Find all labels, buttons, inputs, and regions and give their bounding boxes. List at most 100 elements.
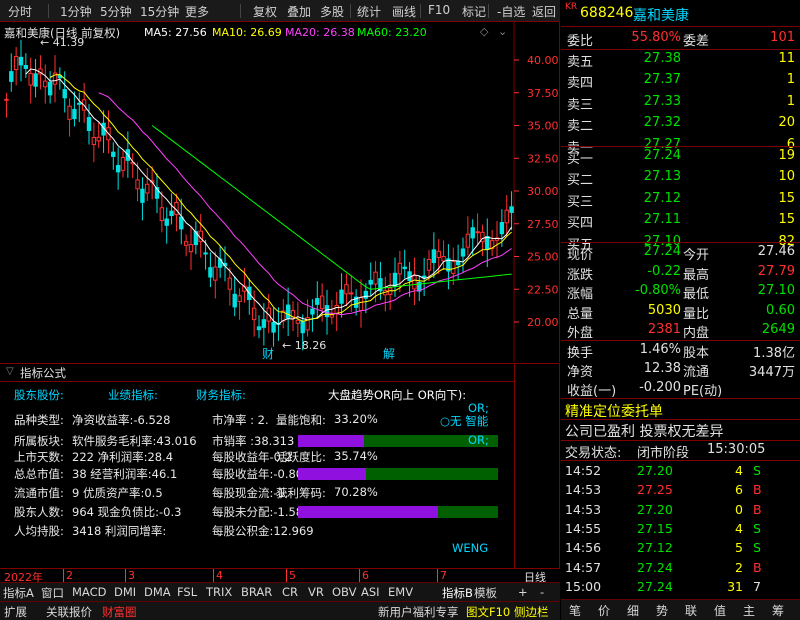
toolbar-item-12[interactable]: -自选 bbox=[497, 3, 525, 20]
tick-direction: B bbox=[753, 482, 762, 498]
candle-body bbox=[251, 307, 257, 321]
tick-volume: 31 bbox=[727, 578, 743, 594]
toolbar-divider bbox=[240, 4, 241, 18]
candle-body bbox=[33, 73, 38, 87]
indicator-tab-12[interactable]: EMV bbox=[388, 585, 413, 599]
asks-row[interactable]: 卖五 27.38 11 bbox=[561, 50, 800, 71]
quote-tab-5[interactable]: 值 bbox=[714, 602, 726, 619]
kline-svg[interactable]: 40.00 37.50 35.00 32.50 30.00 27.50 25.00 22.50… bbox=[0, 22, 560, 362]
extension-tab-0[interactable]: 扩展 bbox=[4, 604, 27, 620]
toolbar-item-7[interactable]: 多股 bbox=[320, 3, 344, 20]
indicator-tab-14[interactable]: 模板 bbox=[474, 585, 497, 601]
quote-label: 外盘 bbox=[567, 326, 594, 342]
y-tick-label: 27.50 bbox=[527, 218, 559, 231]
candle-body bbox=[509, 206, 514, 213]
indicator-tab-2[interactable]: MACD bbox=[72, 585, 106, 599]
toolbar-item-1[interactable]: 1分钟 bbox=[60, 3, 92, 20]
indicator-tab-13[interactable]: 指标B bbox=[442, 585, 473, 601]
asks-row[interactable]: 卖三 27.33 1 bbox=[561, 93, 800, 114]
tick-volume: 6 bbox=[735, 482, 743, 498]
indicator-tab-15[interactable]: + bbox=[518, 585, 528, 599]
stats-value: 3447万 bbox=[748, 365, 795, 380]
candle-body bbox=[23, 64, 29, 69]
asks-price: 27.37 bbox=[643, 72, 681, 88]
indicator-tab-8[interactable]: CR bbox=[282, 585, 298, 599]
indicator-row-label: 人均持股: bbox=[14, 524, 64, 538]
candle-body bbox=[319, 295, 325, 310]
asks-row[interactable]: 卖二 27.32 20 bbox=[561, 114, 800, 135]
quote-tab-6[interactable]: 主 bbox=[743, 602, 755, 619]
quote-row: 涨跌 -0.22 最高 27.79 bbox=[561, 263, 800, 284]
indicator-tab-11[interactable]: ASI bbox=[361, 585, 380, 599]
quote-value: 0.60 bbox=[766, 302, 795, 318]
date-tick bbox=[437, 569, 438, 583]
y-tick-label: 20.00 bbox=[527, 316, 559, 329]
bids-row[interactable]: 买一 27.24 19 bbox=[561, 147, 800, 168]
stats-label: 换手 bbox=[567, 346, 594, 361]
indicator-tab-10[interactable]: OBV bbox=[332, 585, 356, 599]
quote-tab-0[interactable]: 笔 bbox=[569, 602, 581, 619]
indicator-tab-16[interactable]: - bbox=[540, 585, 544, 599]
toolbar-divider bbox=[350, 4, 351, 18]
candle-body bbox=[295, 319, 301, 324]
toolbar-item-8[interactable]: 统计 bbox=[357, 3, 381, 20]
quote-tab-1[interactable]: 价 bbox=[598, 602, 610, 619]
quote-tab-3[interactable]: 势 bbox=[656, 602, 668, 619]
notice-order[interactable]: 精准定位委托单 bbox=[565, 401, 663, 421]
tick-volume: 5 bbox=[735, 540, 743, 556]
collapse-icon[interactable]: ▽ bbox=[6, 366, 14, 377]
toolbar-item-2[interactable]: 5分钟 bbox=[100, 3, 132, 20]
indicator-tab-7[interactable]: BRAR bbox=[241, 585, 272, 599]
candle-body bbox=[455, 260, 461, 266]
indicator-title-bar: ▽ 指标公式 bbox=[0, 364, 514, 382]
asks-row[interactable]: 卖四 27.37 1 bbox=[561, 71, 800, 92]
candle-body bbox=[465, 233, 471, 248]
indicator-tab-0[interactable]: 指标A bbox=[3, 585, 34, 601]
bids-row[interactable]: 买四 27.11 15 bbox=[561, 211, 800, 232]
diamond-icon[interactable]: ◇ bbox=[480, 25, 488, 38]
kline-chart[interactable]: 40.00 37.50 35.00 32.50 30.00 27.50 25.00 22.50… bbox=[0, 22, 560, 362]
quote-row: 现价 27.24 今开 27.46 bbox=[561, 243, 800, 264]
extension-tab-1[interactable]: 关联报价 bbox=[46, 604, 92, 620]
toolbar-item-9[interactable]: 画线 bbox=[392, 3, 416, 20]
date-axis: 2022年 2 3 4 5 6 7 日线 bbox=[0, 568, 560, 584]
toolbar-item-6[interactable]: 叠加 bbox=[287, 3, 311, 20]
tick-time: 14:53 bbox=[565, 501, 602, 517]
extension-tab-4[interactable]: 图文F10 bbox=[466, 604, 510, 620]
stats-label: PE(动) bbox=[683, 384, 723, 399]
toolbar-item-13[interactable]: 返回 bbox=[532, 3, 556, 20]
extension-tab-2[interactable]: 财富圈 bbox=[102, 604, 137, 620]
date-tick bbox=[63, 569, 64, 583]
indicator-tab-1[interactable]: 窗口 bbox=[41, 585, 64, 601]
candle-body bbox=[237, 295, 242, 302]
bids-row[interactable]: 买三 27.12 15 bbox=[561, 190, 800, 211]
indicator-tab-4[interactable]: DMA bbox=[144, 585, 171, 599]
toolbar-item-0[interactable]: 分时 bbox=[8, 3, 32, 20]
toolbar-item-11[interactable]: 标记 bbox=[462, 3, 486, 20]
toolbar-item-4[interactable]: 更多 bbox=[185, 3, 209, 20]
candle-body bbox=[203, 252, 208, 255]
extension-tab-3[interactable]: 新用户福利专享 bbox=[378, 604, 459, 620]
quote-tab-2[interactable]: 细 bbox=[627, 602, 639, 619]
stock-name: 嘉和美康 bbox=[633, 8, 689, 24]
indicator-tab-9[interactable]: VR bbox=[308, 585, 324, 599]
indicator-row-label: 流通市值: bbox=[14, 486, 64, 500]
bids-row[interactable]: 买二 27.13 10 bbox=[561, 168, 800, 189]
toolbar-item-5[interactable]: 复权 bbox=[253, 3, 277, 20]
indicator-tab-5[interactable]: FSL bbox=[177, 585, 197, 599]
quote-label: 最低 bbox=[683, 287, 710, 303]
quote-tab-4[interactable]: 联 bbox=[685, 602, 697, 619]
extension-tab-5[interactable]: 侧边栏 bbox=[514, 604, 549, 620]
indicator-header-2: 财务指标: bbox=[196, 388, 246, 402]
tick-row: 14:57 27.24 2 B bbox=[561, 559, 800, 578]
zoom-icon[interactable]: ⌄ bbox=[498, 25, 507, 38]
quote-row: 总量 5030 量比 0.60 bbox=[561, 302, 800, 323]
toolbar-item-10[interactable]: F10 bbox=[428, 3, 450, 17]
bids-price: 27.13 bbox=[643, 169, 681, 185]
date-label-5: 6 bbox=[362, 569, 369, 582]
quote-tab-7[interactable]: 筹 bbox=[772, 602, 784, 619]
toolbar-item-3[interactable]: 15分钟 bbox=[140, 3, 179, 20]
indicator-tab-6[interactable]: TRIX bbox=[206, 585, 232, 599]
indicator-tab-3[interactable]: DMI bbox=[114, 585, 136, 599]
ma-label-2: MA20: 26.38 bbox=[285, 26, 355, 39]
